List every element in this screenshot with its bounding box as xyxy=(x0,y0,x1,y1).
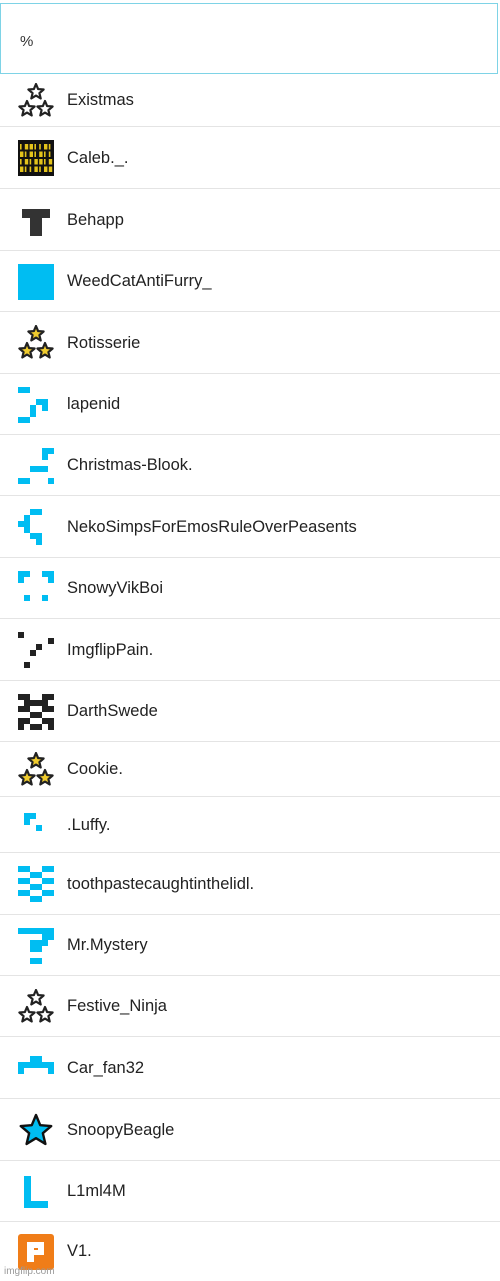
stars-trio-gold-icon xyxy=(18,751,54,788)
user-row[interactable]: Rotisserie xyxy=(0,312,500,374)
stars-trio-icon xyxy=(18,82,54,119)
checkered-x-icon xyxy=(18,694,54,730)
user-row[interactable]: SnowyVikBoi xyxy=(0,558,500,619)
orange-square-icon xyxy=(18,1234,54,1270)
blue-square-icon xyxy=(18,264,54,300)
username: WeedCatAntiFurry_ xyxy=(67,272,212,290)
username: SnoopyBeagle xyxy=(67,1121,175,1139)
username: V1. xyxy=(67,1242,92,1260)
username: ImgflipPain. xyxy=(67,641,154,659)
username: Car_fan32 xyxy=(67,1059,145,1077)
user-row[interactable]: SnoopyBeagle xyxy=(0,1099,500,1161)
watermark: imgflip.com xyxy=(4,1266,55,1277)
user-row[interactable]: Cookie. xyxy=(0,742,500,797)
username: .Luffy. xyxy=(67,816,111,834)
identicon-icon xyxy=(18,571,54,607)
user-row[interactable]: Car_fan32 xyxy=(0,1037,500,1099)
user-row[interactable]: Behapp xyxy=(0,189,500,251)
username: Christmas-Blook. xyxy=(67,456,193,474)
username: lapenid xyxy=(67,395,121,413)
user-row[interactable]: ImgflipPain. xyxy=(0,619,500,681)
username: Rotisserie xyxy=(67,334,141,352)
identicon-icon xyxy=(18,387,54,423)
identicon-icon xyxy=(18,509,54,545)
user-row[interactable]: lapenid xyxy=(0,374,500,435)
binary-matrix-icon xyxy=(18,140,54,176)
search-box[interactable] xyxy=(0,3,498,74)
search-input[interactable] xyxy=(20,31,460,51)
username: SnowyVikBoi xyxy=(67,579,163,597)
username: L1ml4M xyxy=(67,1182,126,1200)
user-row[interactable]: Existmas xyxy=(0,74,500,127)
user-row[interactable]: .Luffy. xyxy=(0,797,500,853)
stars-trio-icon xyxy=(18,988,54,1025)
identicon-icon xyxy=(18,866,54,902)
username: Festive_Ninja xyxy=(67,997,167,1015)
user-row[interactable]: NekoSimpsForEmosRuleOverPeasents xyxy=(0,496,500,558)
user-row[interactable]: Caleb._. xyxy=(0,127,500,189)
user-row[interactable]: Mr.Mystery xyxy=(0,915,500,976)
username: Mr.Mystery xyxy=(67,936,148,954)
user-row[interactable]: V1. xyxy=(0,1222,500,1281)
identicon-icon xyxy=(18,928,54,964)
letter-l-icon xyxy=(18,1174,54,1210)
stars-trio-gold-icon xyxy=(18,324,54,361)
user-row[interactable]: Festive_Ninja xyxy=(0,976,500,1037)
identicon-icon xyxy=(18,807,54,843)
user-row[interactable]: L1ml4M xyxy=(0,1161,500,1222)
user-row[interactable]: WeedCatAntiFurry_ xyxy=(0,251,500,312)
username: Existmas xyxy=(67,91,134,109)
blue-star-icon xyxy=(18,1112,54,1148)
username: toothpastecaughtinthelidl. xyxy=(67,875,255,893)
username: NekoSimpsForEmosRuleOverPeasents xyxy=(67,518,357,536)
user-row[interactable]: toothpastecaughtinthelidl. xyxy=(0,853,500,915)
username: Behapp xyxy=(67,211,124,229)
username: DarthSwede xyxy=(67,702,158,720)
username: Cookie. xyxy=(67,760,123,778)
dark-tshirt-icon xyxy=(18,202,54,238)
identicon-icon xyxy=(18,448,54,484)
identicon-icon xyxy=(18,1050,54,1086)
username: Caleb._. xyxy=(67,149,129,167)
user-row[interactable]: Christmas-Blook. xyxy=(0,435,500,496)
user-row[interactable]: DarthSwede xyxy=(0,681,500,742)
identicon-dark-icon xyxy=(18,632,54,668)
